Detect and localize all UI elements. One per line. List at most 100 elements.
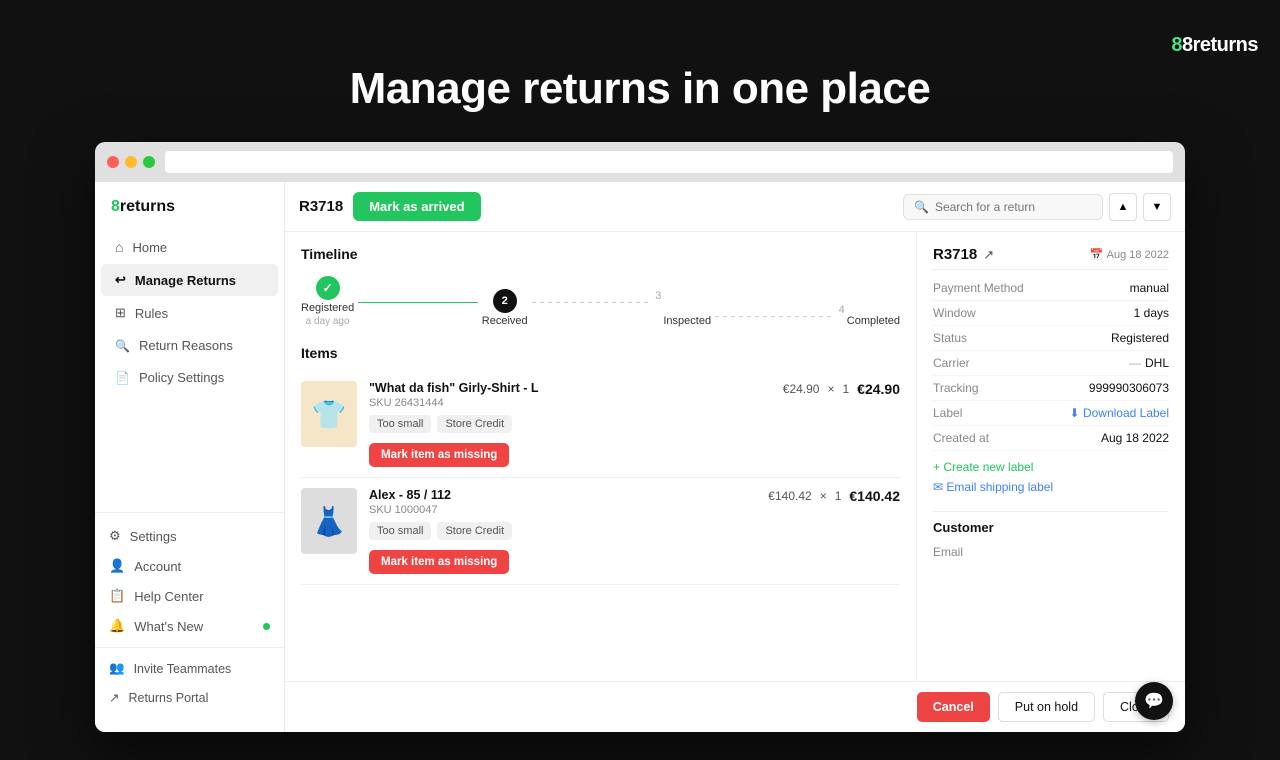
sidebar-item-return-reasons[interactable]: 🔍 Return Reasons xyxy=(101,330,278,361)
timeline-line-1 xyxy=(358,302,478,304)
timeline-step-4-num: 4 xyxy=(839,304,845,316)
return-id: R3718 xyxy=(299,198,343,215)
step-registered-sublabel: a day ago xyxy=(306,316,350,327)
timeline-step-registered: ✓ Registered a day ago xyxy=(301,276,354,327)
sidebar-item-invite-teammates[interactable]: 👥 Invite Teammates xyxy=(95,654,284,683)
field-label: Status xyxy=(933,331,967,345)
sidebar-item-help-center[interactable]: 📋 Help Center xyxy=(95,581,284,611)
item-2-quantity: 1 xyxy=(835,489,842,503)
field-value: 999990306073 xyxy=(1089,381,1169,395)
field-value: Aug 18 2022 xyxy=(1101,431,1169,445)
maximize-traffic-light[interactable] xyxy=(143,156,155,168)
sidebar-item-invite-label: Invite Teammates xyxy=(134,662,232,676)
brand-logo: 88returns xyxy=(1171,34,1258,56)
cancel-button[interactable]: Cancel xyxy=(917,692,990,722)
item-2-tag-0: Too small xyxy=(369,522,431,540)
whats-new-icon: 🔔 xyxy=(109,618,125,634)
sidebar-bottom: ⚙ Settings 👤 Account 📋 Help Center 🔔 Wha… xyxy=(95,512,284,720)
field-value: Registered xyxy=(1111,331,1169,345)
item-2-mark-missing-button[interactable]: Mark item as missing xyxy=(369,550,509,574)
sidebar-item-rules[interactable]: ⊞ Rules xyxy=(101,297,278,329)
item-1-mark-missing-button[interactable]: Mark item as missing xyxy=(369,443,509,467)
sidebar-item-settings[interactable]: ⚙ Settings xyxy=(95,521,284,551)
search-icon: 🔍 xyxy=(914,200,929,214)
items-title: Items xyxy=(301,345,900,361)
timeline-step-inspected: Inspected xyxy=(663,289,711,327)
field-window: Window 1 days xyxy=(933,301,1169,326)
field-label: Window xyxy=(933,306,976,320)
return-reasons-icon: 🔍 xyxy=(115,339,130,353)
step-inspected-label: Inspected xyxy=(663,315,711,327)
item-card-1: 👕 "What da fish" Girly-Shirt - L SKU 264… xyxy=(301,371,900,478)
field-label: Created at xyxy=(933,431,989,445)
bottom-action-bar: Cancel Put on hold Close xyxy=(285,681,1185,732)
sidebar-item-returns-portal[interactable]: ↗ Returns Portal xyxy=(95,683,284,712)
field-created-at: Created at Aug 18 2022 xyxy=(933,426,1169,451)
download-label-link[interactable]: ⬇ Download Label xyxy=(1070,406,1169,420)
nav-next-button[interactable]: ▼ xyxy=(1143,193,1171,221)
item-1-multiply: × xyxy=(827,382,834,396)
items-section: Items 👕 "What da fish" Girly-Shirt - L S… xyxy=(301,345,900,585)
sidebar-item-return-reasons-label: Return Reasons xyxy=(139,338,233,353)
field-status: Status Registered xyxy=(933,326,1169,351)
timeline-step-received: 2 Received xyxy=(482,289,528,327)
item-1-tag-1: Store Credit xyxy=(437,415,512,433)
left-panel: Timeline ✓ Registered a day ago xyxy=(285,232,917,681)
step-completed-label: Completed xyxy=(847,315,900,327)
nav-prev-button[interactable]: ▲ xyxy=(1109,193,1137,221)
external-link-icon[interactable]: ↗ xyxy=(983,247,994,263)
item-1-tag-0: Too small xyxy=(369,415,431,433)
mark-as-arrived-button[interactable]: Mark as arrived xyxy=(353,192,480,221)
item-card-2: 👗 Alex - 85 / 112 SKU 1000047 Too small … xyxy=(301,478,900,585)
sidebar-item-policy-settings[interactable]: 📄 Policy Settings xyxy=(101,362,278,393)
timeline-step-3-num: 3 xyxy=(655,290,661,302)
create-new-label-link[interactable]: + Create new label xyxy=(933,457,1169,477)
right-panel: R3718 ↗ 📅 Aug 18 2022 Payment Method man… xyxy=(917,232,1185,681)
field-carrier: Carrier — DHL xyxy=(933,351,1169,376)
sidebar-item-help-center-label: Help Center xyxy=(134,589,203,604)
page-headline: Manage returns in one place xyxy=(350,64,931,114)
email-row: Email xyxy=(933,541,1169,563)
step-registered-label: Registered xyxy=(301,302,354,314)
field-value: manual xyxy=(1130,281,1169,295)
address-bar[interactable] xyxy=(165,151,1173,173)
sidebar-item-portal-label: Returns Portal xyxy=(128,691,208,705)
timeline-line-2 xyxy=(532,302,652,304)
item-2-multiply: × xyxy=(820,489,827,503)
invite-icon: 👥 xyxy=(109,661,125,676)
timeline-title: Timeline xyxy=(301,246,900,262)
step-received-circle: 2 xyxy=(493,289,517,313)
close-traffic-light[interactable] xyxy=(107,156,119,168)
customer-section: Customer Email xyxy=(933,520,1169,563)
sidebar-item-rules-label: Rules xyxy=(135,306,168,321)
item-2-sku: SKU 1000047 xyxy=(369,504,756,516)
put-on-hold-button[interactable]: Put on hold xyxy=(998,692,1095,722)
search-input[interactable] xyxy=(935,200,1092,214)
sidebar-item-whats-new[interactable]: 🔔 What's New xyxy=(95,611,284,641)
sidebar-item-manage-returns-label: Manage Returns xyxy=(135,273,236,288)
home-icon: ⌂ xyxy=(115,239,123,255)
sidebar-item-home-label: Home xyxy=(132,240,167,255)
field-payment-method: Payment Method manual xyxy=(933,276,1169,301)
calendar-icon: 📅 xyxy=(1090,248,1104,261)
sidebar-nav: ⌂ Home ↩ Manage Returns ⊞ Rules 🔍 Return… xyxy=(95,230,284,512)
item-2-price: €140.42 × 1 €140.42 xyxy=(768,488,900,504)
sidebar-item-home[interactable]: ⌂ Home xyxy=(101,231,278,263)
right-return-id: R3718 xyxy=(933,246,977,263)
field-label-row: Label ⬇ Download Label xyxy=(933,401,1169,426)
field-label: Payment Method xyxy=(933,281,1024,295)
item-2-image: 👗 xyxy=(301,488,357,554)
sidebar-item-manage-returns[interactable]: ↩ Manage Returns xyxy=(101,264,278,296)
sidebar-item-account[interactable]: 👤 Account xyxy=(95,551,284,581)
field-label-text: Label xyxy=(933,406,962,420)
chat-button[interactable]: 💬 xyxy=(1135,682,1173,720)
sidebar-item-account-label: Account xyxy=(134,559,181,574)
minimize-traffic-light[interactable] xyxy=(125,156,137,168)
customer-label: Customer xyxy=(933,520,1169,535)
search-bar[interactable]: 🔍 xyxy=(903,194,1103,220)
email-shipping-label-link[interactable]: ✉ Email shipping label xyxy=(933,477,1169,497)
item-1-sku: SKU 26431444 xyxy=(369,397,758,409)
item-2-tag-1: Store Credit xyxy=(437,522,512,540)
field-tracking: Tracking 999990306073 xyxy=(933,376,1169,401)
sidebar-item-whats-new-label: What's New xyxy=(134,619,203,634)
